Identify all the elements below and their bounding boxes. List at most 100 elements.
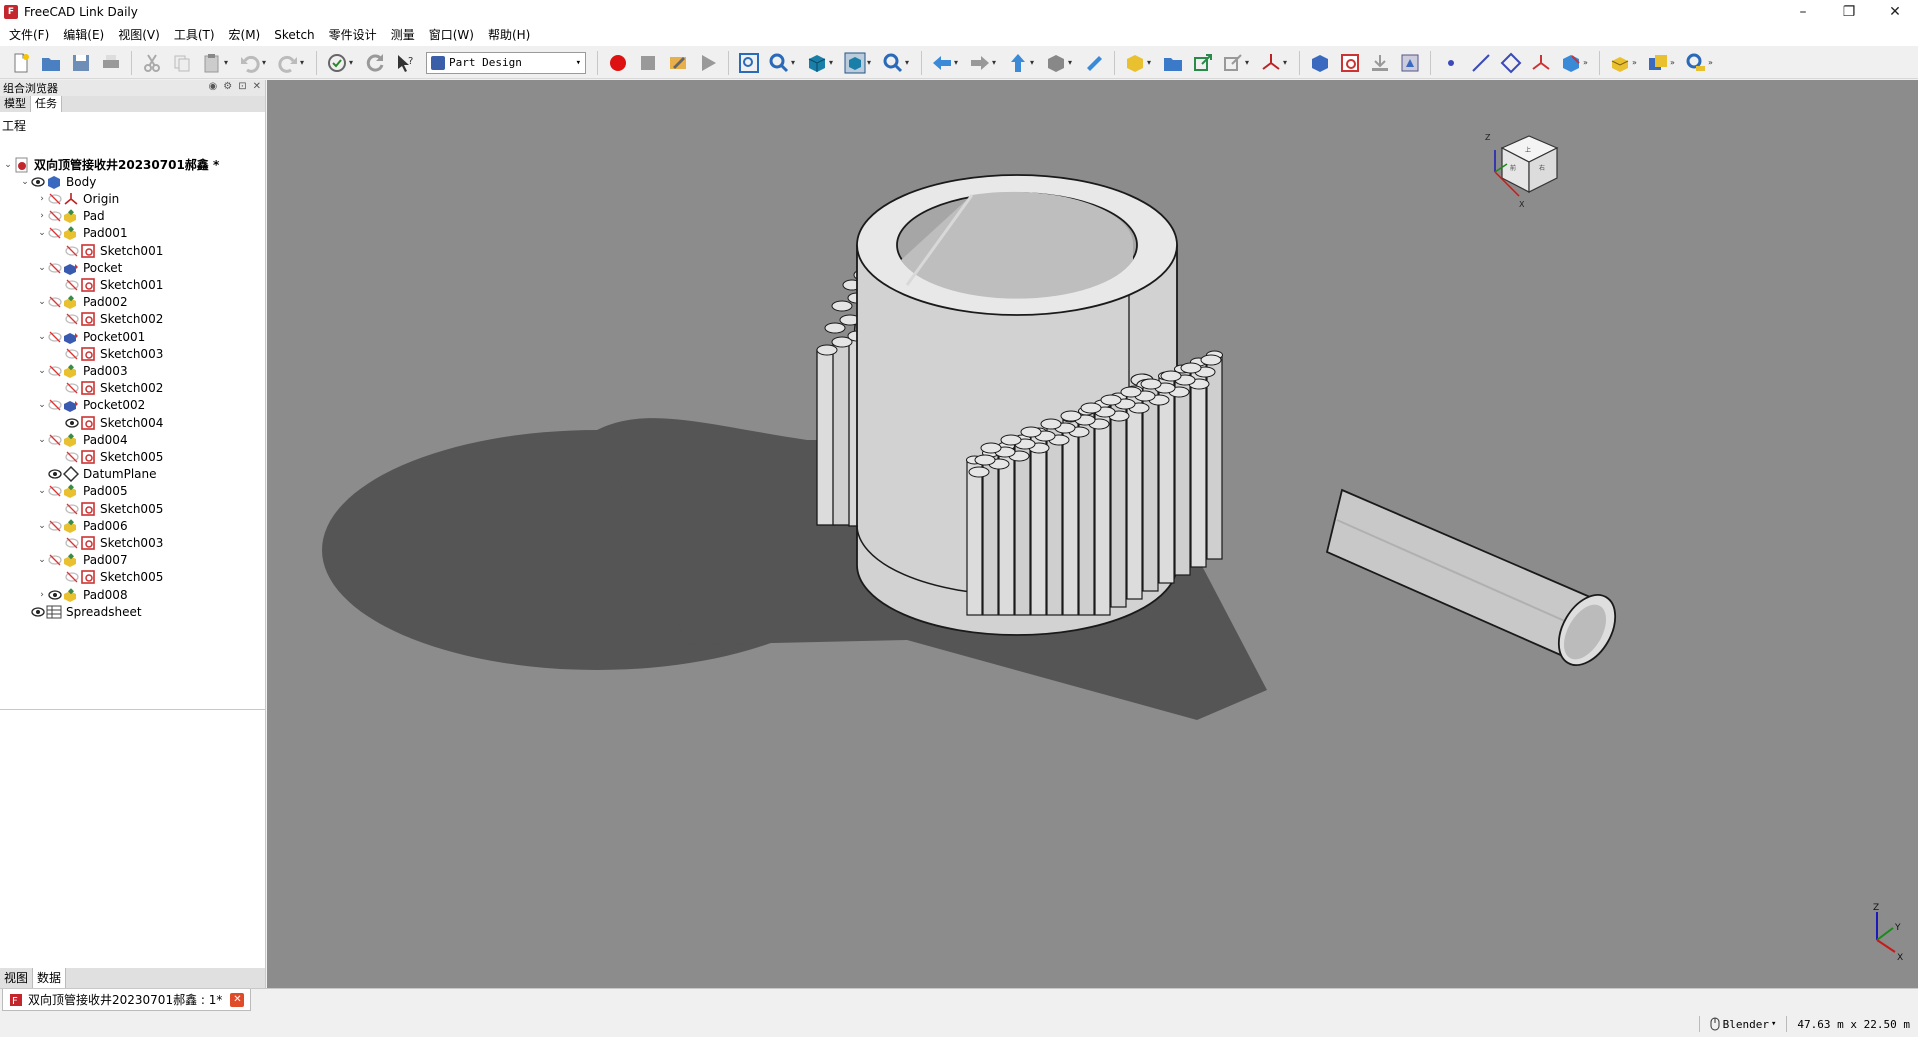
- print-button[interactable]: [99, 51, 123, 75]
- std-views-button[interactable]: [1044, 51, 1068, 75]
- whats-this-button[interactable]: ?: [393, 51, 417, 75]
- chevron-down-icon[interactable]: ⌄: [19, 177, 31, 187]
- datum-line-button[interactable]: [1469, 51, 1493, 75]
- bounding-box-dropdown-arrow[interactable]: ▾: [867, 58, 875, 67]
- view-back-dropdown-arrow[interactable]: ▾: [954, 58, 962, 67]
- eye-hidden-icon[interactable]: [65, 245, 79, 257]
- chevron-down-icon[interactable]: ⌄: [36, 366, 48, 376]
- close-document-icon[interactable]: ✕: [230, 992, 245, 1007]
- close-icon[interactable]: ✕: [253, 81, 261, 92]
- chevron-down-icon[interactable]: ⌄: [36, 400, 48, 410]
- refresh-button[interactable]: [363, 51, 387, 75]
- tab-model[interactable]: 模型: [0, 96, 31, 112]
- eye-hidden-icon[interactable]: [48, 365, 62, 377]
- menu-edit[interactable]: 编辑(E): [56, 24, 111, 46]
- create-part-button[interactable]: [1123, 51, 1147, 75]
- bounding-box-button[interactable]: [843, 51, 867, 75]
- view-forward-button[interactable]: [968, 51, 992, 75]
- std-views-dropdown-arrow[interactable]: ▾: [1068, 58, 1076, 67]
- redo-button[interactable]: [276, 51, 300, 75]
- zoom-in-button[interactable]: [881, 51, 905, 75]
- chevron-down-icon[interactable]: ⌄: [36, 435, 48, 445]
- copy-button[interactable]: [170, 51, 194, 75]
- nav-style-dropdown-arrow[interactable]: ▾: [1771, 1019, 1776, 1029]
- menu-help[interactable]: 帮助(H): [481, 24, 537, 46]
- cut-button[interactable]: [140, 51, 164, 75]
- make-link-button[interactable]: [1191, 51, 1215, 75]
- document-tab[interactable]: F 双向顶管接收井20230701郝鑫 : 1* ✕: [2, 989, 252, 1011]
- view-up-dropdown-arrow[interactable]: ▾: [1030, 58, 1038, 67]
- paste-button[interactable]: [200, 51, 224, 75]
- eye-hidden-icon[interactable]: [48, 331, 62, 343]
- chevron-right-icon[interactable]: ›: [36, 194, 48, 204]
- chevron-down-icon[interactable]: ⌄: [36, 297, 48, 307]
- shape-binder-button[interactable]: [1398, 51, 1422, 75]
- view-forward-dropdown-arrow[interactable]: ▾: [992, 58, 1000, 67]
- clone-button[interactable]: [1559, 51, 1583, 75]
- eye-hidden-icon[interactable]: [65, 382, 79, 394]
- toolbar-overflow-chevron[interactable]: »: [1708, 58, 1716, 67]
- datum-axis-dropdown-arrow[interactable]: ▾: [1283, 58, 1291, 67]
- create-sketch-button[interactable]: [1338, 51, 1362, 75]
- eye-icon[interactable]: [48, 468, 62, 480]
- view-back-button[interactable]: [930, 51, 954, 75]
- fit-all-button[interactable]: [737, 51, 761, 75]
- workbench-selector[interactable]: Part Design ▾: [426, 51, 586, 74]
- tab-view[interactable]: 视图: [0, 968, 34, 988]
- chevron-down-icon[interactable]: ⌄: [36, 521, 48, 531]
- navigation-style-selector[interactable]: Blender: [1723, 1018, 1769, 1031]
- float-panel-icon[interactable]: ⊡: [238, 81, 246, 92]
- eye-hidden-icon[interactable]: [48, 485, 62, 497]
- pad-button[interactable]: [1608, 51, 1632, 75]
- menu-view[interactable]: 视图(V): [111, 24, 167, 46]
- menu-window[interactable]: 窗口(W): [422, 24, 481, 46]
- eye-hidden-icon[interactable]: [48, 296, 62, 308]
- paste-dropdown-arrow[interactable]: ▾: [224, 58, 232, 67]
- draw-style-dropdown-arrow[interactable]: ▾: [829, 58, 837, 67]
- zoom-in-dropdown-arrow[interactable]: ▾: [905, 58, 913, 67]
- redo-dropdown-arrow[interactable]: ▾: [300, 58, 308, 67]
- tab-tasks[interactable]: 任务: [31, 96, 62, 112]
- record-macro-button[interactable]: [606, 51, 630, 75]
- eye-hidden-icon[interactable]: [48, 227, 62, 239]
- eye-icon[interactable]: [31, 606, 45, 618]
- eye-hidden-icon[interactable]: [48, 210, 62, 222]
- eye-hidden-icon[interactable]: [48, 434, 62, 446]
- tree-item[interactable]: Spreadsheet: [19, 601, 142, 622]
- eye-hidden-icon[interactable]: [48, 399, 62, 411]
- menu-part-design[interactable]: 零件设计: [322, 24, 384, 46]
- local-cs-button[interactable]: [1529, 51, 1553, 75]
- create-part-dropdown-arrow[interactable]: ▾: [1147, 58, 1155, 67]
- chevron-right-icon[interactable]: ›: [36, 590, 48, 600]
- fit-selection-button[interactable]: [767, 51, 791, 75]
- boolean-button[interactable]: [1646, 51, 1670, 75]
- toolbar-overflow-chevron[interactable]: »: [1670, 58, 1678, 67]
- new-file-button[interactable]: [9, 51, 33, 75]
- 3d-viewport[interactable]: 上 前 右 Z X Z Y X: [267, 80, 1918, 988]
- eye-hidden-icon[interactable]: [65, 279, 79, 291]
- eye-hidden-icon[interactable]: [48, 193, 62, 205]
- chevron-right-icon[interactable]: ›: [36, 211, 48, 221]
- datum-point-button[interactable]: [1439, 51, 1463, 75]
- menu-tools[interactable]: 工具(T): [167, 24, 222, 46]
- stop-macro-button[interactable]: [636, 51, 660, 75]
- toolbar-overflow-chevron[interactable]: »: [1632, 58, 1640, 67]
- menu-sketch[interactable]: Sketch: [267, 24, 321, 46]
- menu-macro[interactable]: 宏(M): [222, 24, 268, 46]
- eye-hidden-icon[interactable]: [48, 520, 62, 532]
- datum-plane-button[interactable]: [1499, 51, 1523, 75]
- zoom-dropdown-arrow[interactable]: ▾: [791, 58, 799, 67]
- eye-icon[interactable]: [65, 417, 79, 429]
- eye-hidden-icon[interactable]: [65, 537, 79, 549]
- measure-distance-button[interactable]: [1082, 51, 1106, 75]
- datum-axis-button[interactable]: [1259, 51, 1283, 75]
- chevron-down-icon[interactable]: ⌄: [36, 228, 48, 238]
- eye-hidden-icon[interactable]: [65, 451, 79, 463]
- undo-button[interactable]: [238, 51, 262, 75]
- minimize-button[interactable]: –: [1780, 0, 1826, 24]
- 3d-scene[interactable]: [267, 80, 1918, 988]
- edit-macro-button[interactable]: [666, 51, 690, 75]
- panel-options-icon[interactable]: ◉: [209, 81, 218, 92]
- draw-style-button[interactable]: [805, 51, 829, 75]
- create-body-button[interactable]: [1308, 51, 1332, 75]
